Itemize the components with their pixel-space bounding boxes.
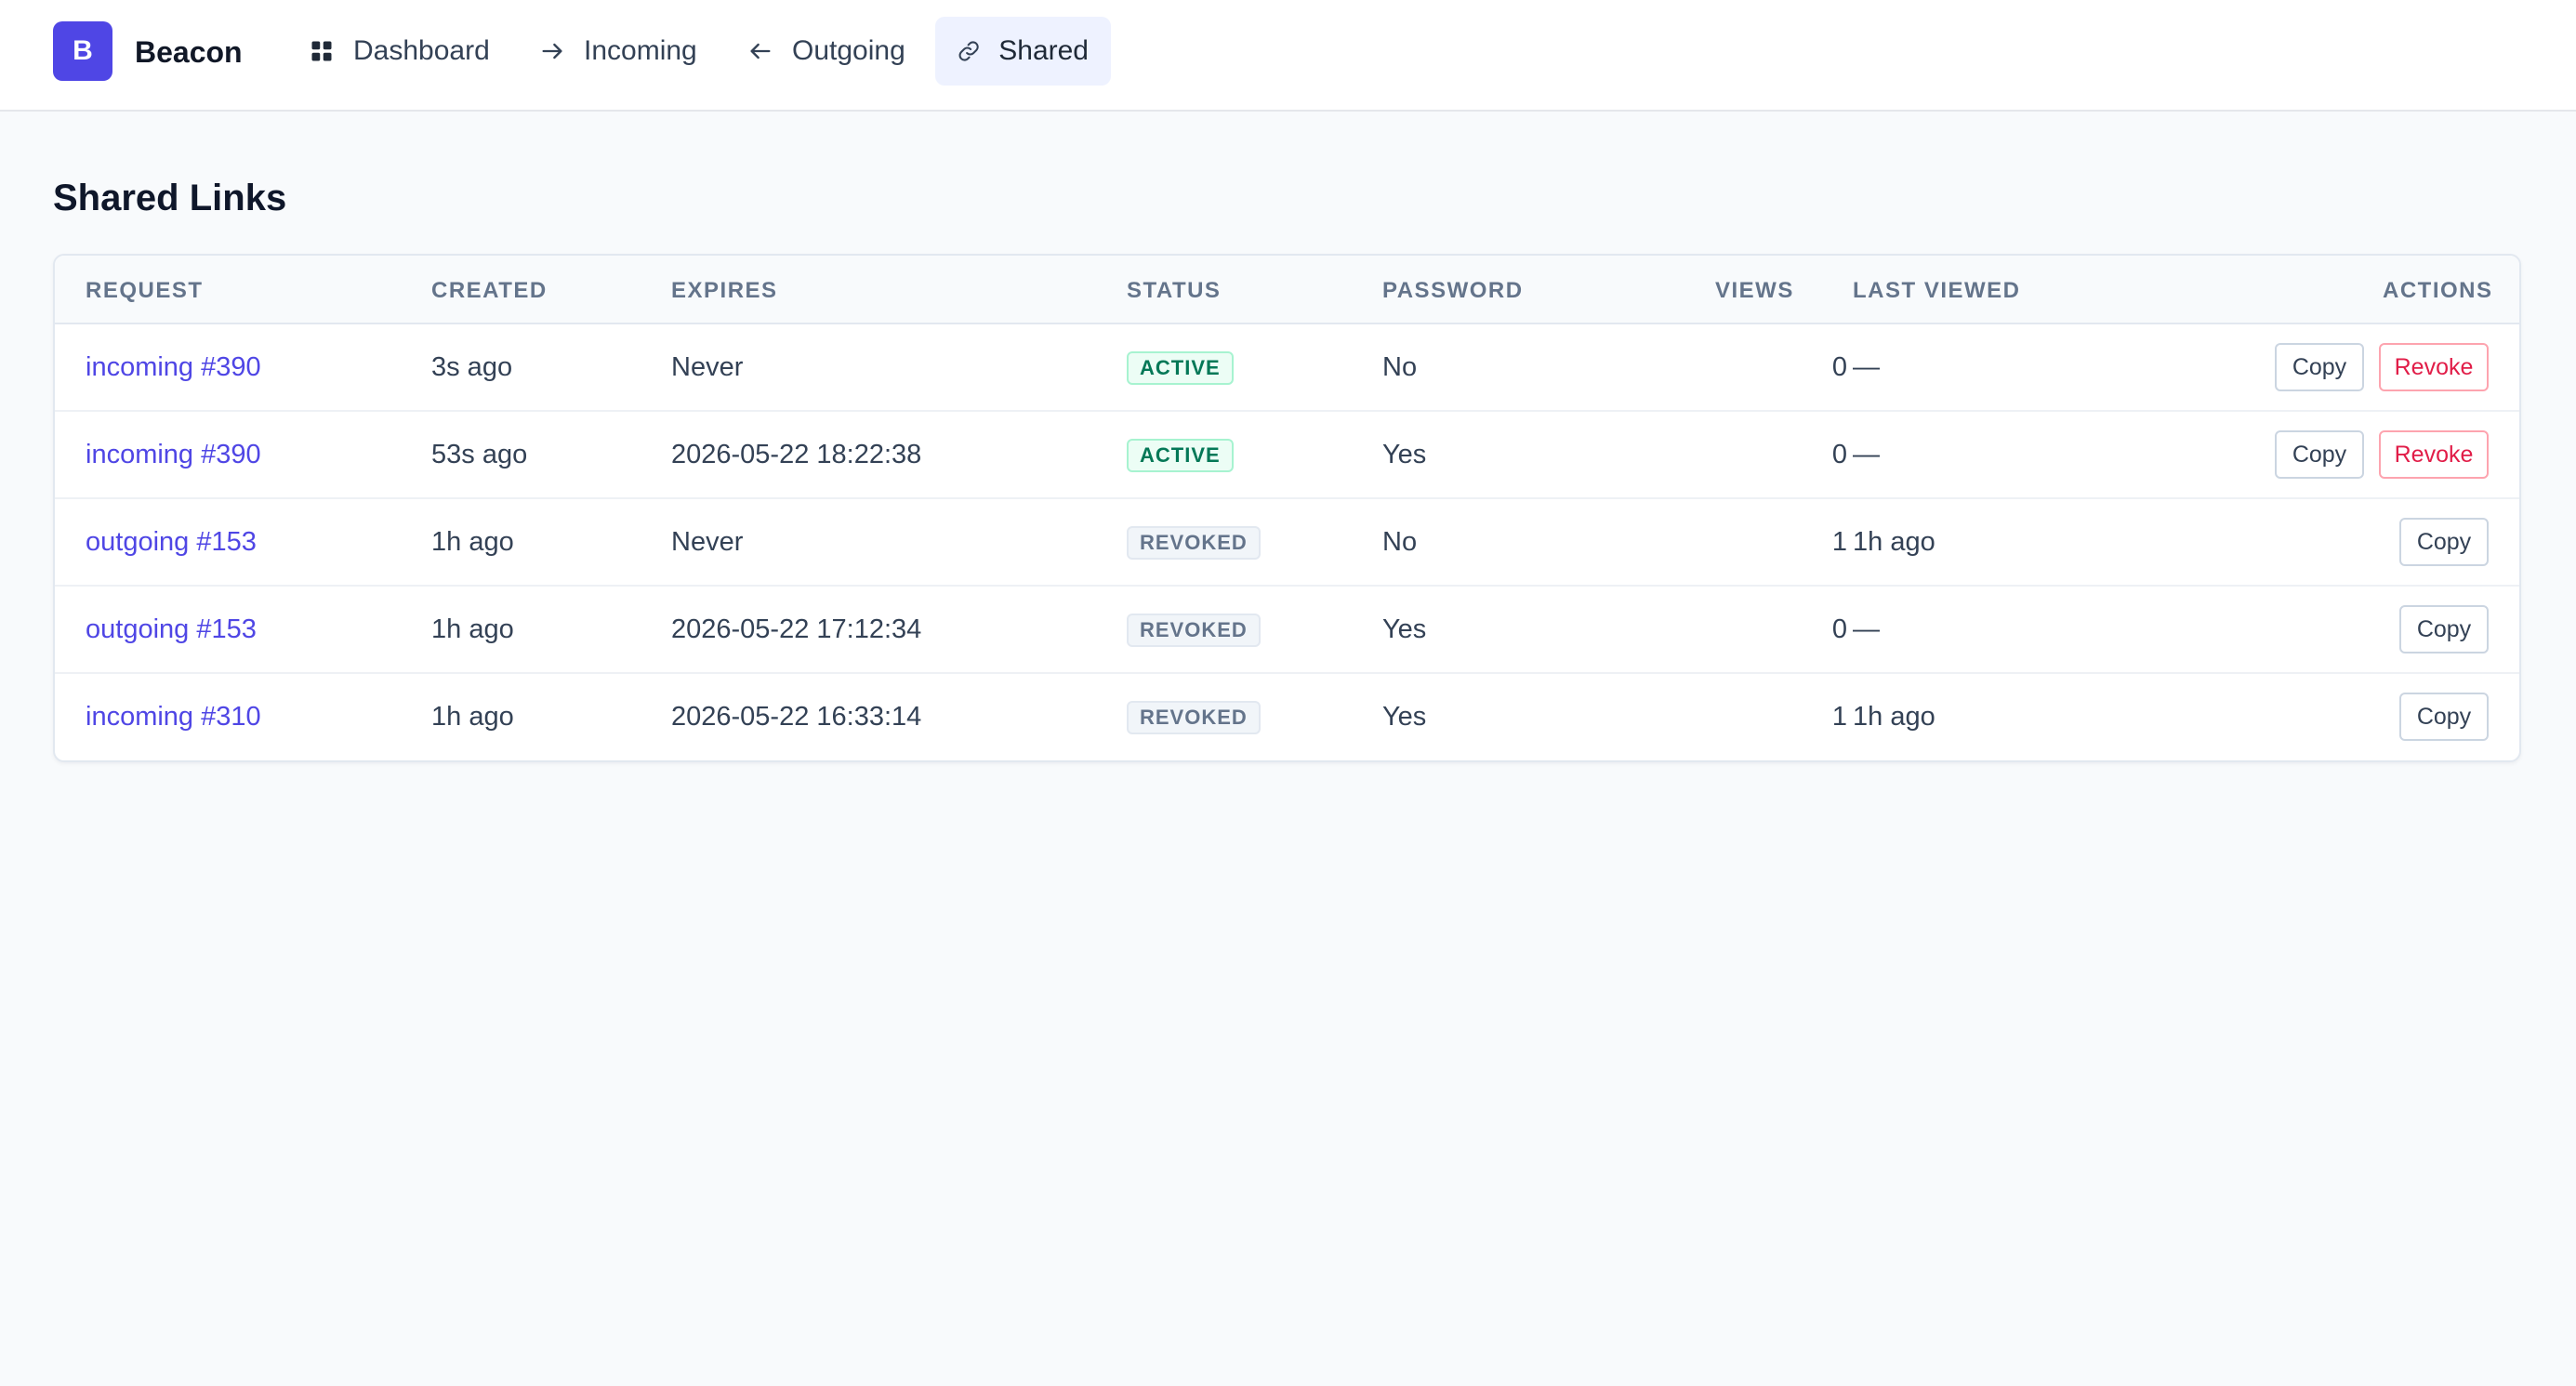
column-header-created: CREATED [431, 278, 548, 303]
status-badge: ACTIVE [1127, 351, 1234, 385]
column-header-status: STATUS [1127, 278, 1222, 303]
status-badge: REVOKED [1127, 701, 1261, 734]
table-row: incoming #310 1h ago 2026-05-22 16:33:14… [55, 674, 2519, 760]
nav-item-dashboard[interactable]: Dashboard [286, 17, 512, 86]
status-badge: REVOKED [1127, 526, 1261, 560]
last-viewed-cell: — [1853, 614, 1880, 644]
expires-cell: 2026-05-22 18:22:38 [671, 440, 922, 469]
nav-item-label: Dashboard [353, 35, 490, 66]
views-cell: 1 [1831, 527, 1847, 557]
last-viewed-cell: — [1853, 440, 1880, 469]
arrow-right-icon [542, 43, 562, 59]
copy-button[interactable]: Copy [2275, 430, 2364, 479]
copy-button[interactable]: Copy [2275, 343, 2364, 391]
password-cell: Yes [1382, 440, 1427, 469]
created-cell: 53s ago [431, 440, 528, 469]
password-cell: No [1382, 527, 1418, 557]
table-header: REQUEST CREATED EXPIRES STATUS PASSWORD … [55, 256, 2519, 324]
page-title: Shared Links [53, 178, 287, 218]
table-row: incoming #390 53s ago 2026-05-22 18:22:3… [55, 412, 2519, 499]
created-cell: 1h ago [431, 614, 514, 644]
created-cell: 1h ago [431, 527, 514, 557]
last-viewed-cell: 1h ago [1853, 527, 1935, 557]
request-link[interactable]: outgoing #153 [86, 613, 257, 646]
views-cell: 0 [1831, 440, 1847, 469]
dashboard-grid-icon [311, 41, 332, 61]
app-name: Beacon [135, 35, 243, 69]
views-cell: 1 [1831, 702, 1847, 732]
nav-item-label: Incoming [584, 35, 697, 66]
request-link[interactable]: outgoing #153 [86, 525, 257, 559]
column-header-password: PASSWORD [1382, 278, 1524, 303]
app-logo[interactable]: B [53, 21, 112, 81]
nav-item-label: Shared [998, 35, 1089, 66]
copy-button[interactable]: Copy [2399, 693, 2489, 741]
column-header-expires: EXPIRES [671, 278, 778, 303]
expires-cell: 2026-05-22 17:12:34 [671, 614, 922, 644]
created-cell: 3s ago [431, 352, 513, 382]
table-row: outgoing #153 1h ago Never REVOKED No 1 … [55, 499, 2519, 587]
column-header-last-viewed: LAST VIEWED [1853, 278, 2021, 303]
status-badge: REVOKED [1127, 614, 1261, 647]
top-navigation-bar: B Beacon Dashboard Incoming Outgoing Sha… [0, 0, 2576, 112]
nav-item-incoming[interactable]: Incoming [517, 17, 720, 86]
views-cell: 0 [1831, 614, 1847, 644]
column-header-views: VIEWS [1715, 278, 1794, 303]
request-link[interactable]: incoming #390 [86, 438, 261, 471]
revoke-button[interactable]: Revoke [2379, 430, 2489, 479]
last-viewed-cell: 1h ago [1853, 702, 1935, 732]
nav-item-shared[interactable]: Shared [935, 17, 1111, 86]
arrow-left-icon [750, 43, 771, 59]
last-viewed-cell: — [1853, 352, 1880, 382]
copy-button[interactable]: Copy [2399, 605, 2489, 653]
column-header-actions: ACTIONS [2383, 278, 2493, 303]
created-cell: 1h ago [431, 702, 514, 732]
link-icon [958, 41, 979, 61]
password-cell: Yes [1382, 702, 1427, 732]
password-cell: No [1382, 352, 1418, 382]
copy-button[interactable]: Copy [2399, 518, 2489, 566]
password-cell: Yes [1382, 614, 1427, 644]
expires-cell: Never [671, 352, 744, 382]
request-link[interactable]: incoming #310 [86, 700, 261, 733]
table-row: incoming #390 3s ago Never ACTIVE No 0 —… [55, 324, 2519, 412]
nav-item-outgoing[interactable]: Outgoing [725, 17, 928, 86]
request-link[interactable]: incoming #390 [86, 350, 261, 384]
revoke-button[interactable]: Revoke [2379, 343, 2489, 391]
column-header-request: REQUEST [86, 278, 204, 303]
expires-cell: Never [671, 527, 744, 557]
shared-links-table: REQUEST CREATED EXPIRES STATUS PASSWORD … [53, 254, 2521, 762]
nav-item-label: Outgoing [792, 35, 905, 66]
status-badge: ACTIVE [1127, 439, 1234, 472]
views-cell: 0 [1831, 352, 1847, 382]
table-row: outgoing #153 1h ago 2026-05-22 17:12:34… [55, 587, 2519, 674]
expires-cell: 2026-05-22 16:33:14 [671, 702, 922, 732]
